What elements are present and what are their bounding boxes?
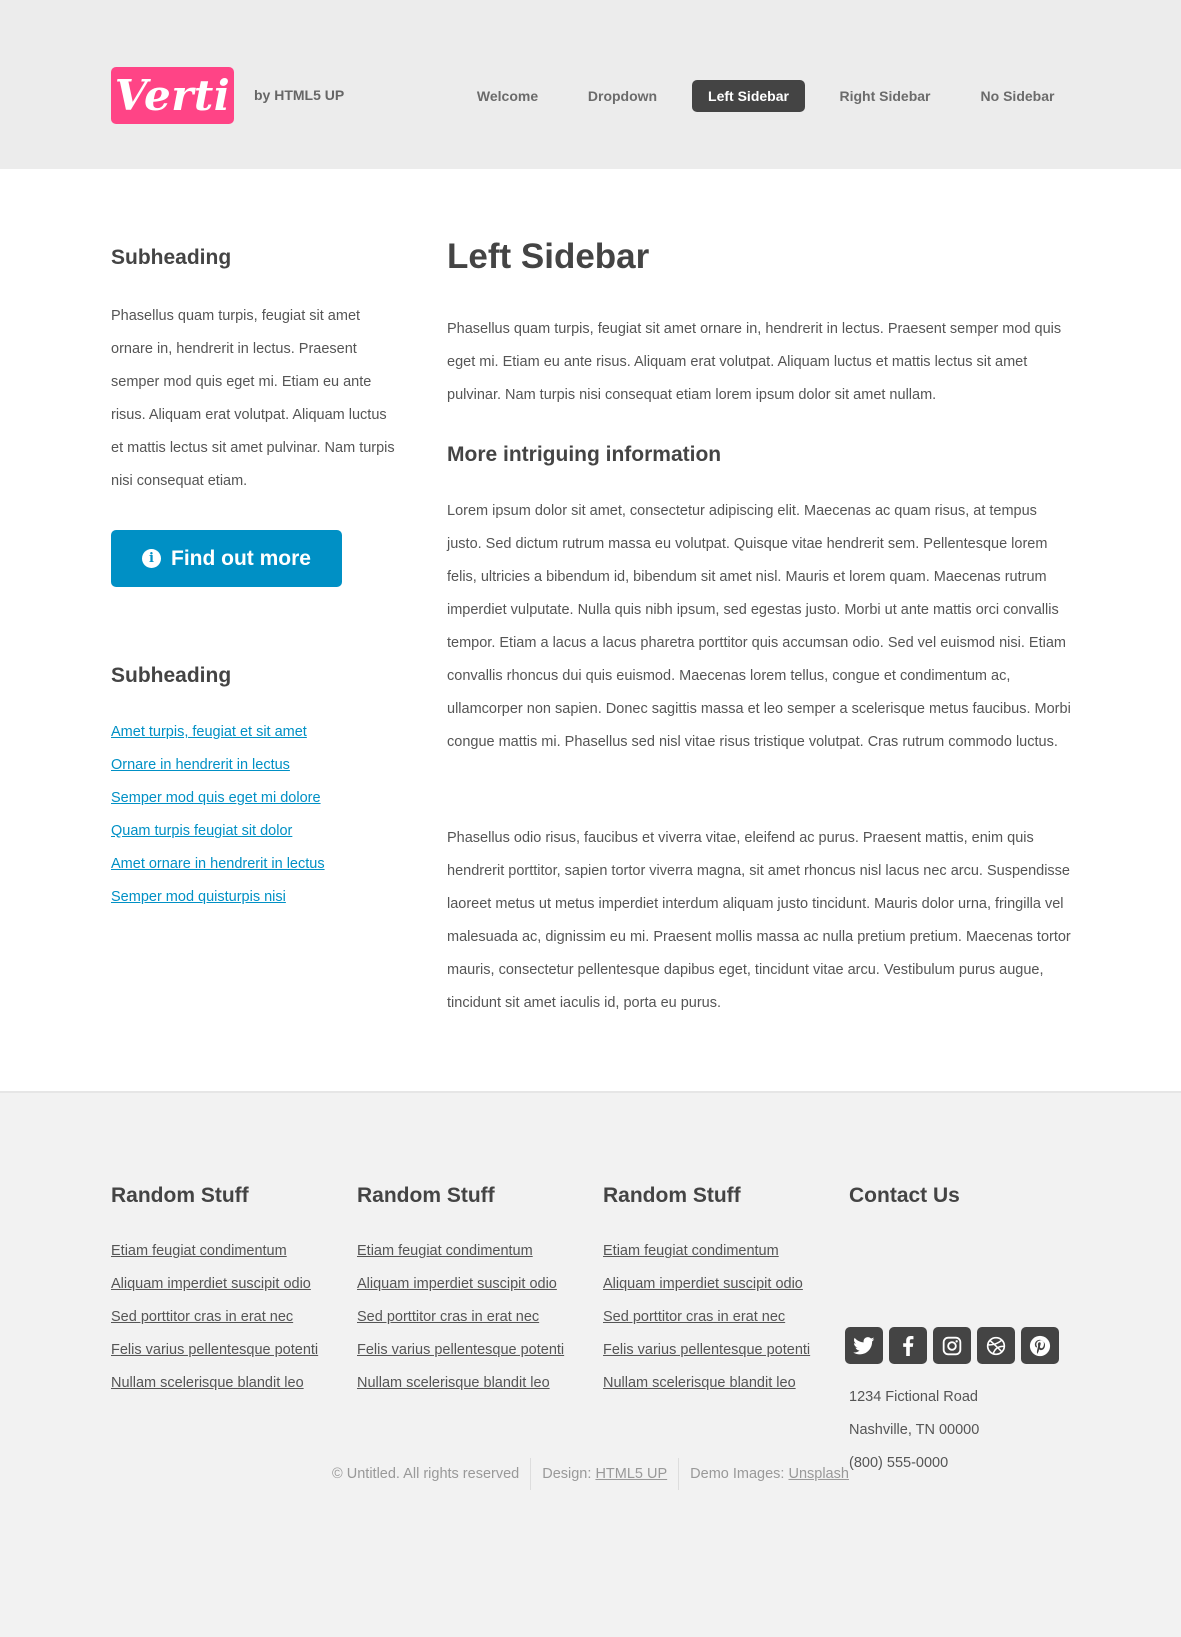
contact-address-line: Nashville, TN 00000	[849, 1422, 980, 1438]
list-item: Aliquam imperdiet suscipit odio	[603, 1267, 810, 1300]
design-credit-label: Design:	[542, 1466, 592, 1482]
footer-link[interactable]: Etiam feugiat condimentum	[111, 1243, 287, 1259]
sidebar-link[interactable]: Ornare in hendrerit in lectus	[111, 757, 290, 773]
sidebar-link[interactable]: Amet ornare in hendrerit in lectus	[111, 856, 325, 872]
footer-link[interactable]: Aliquam imperdiet suscipit odio	[603, 1276, 803, 1292]
list-item: Felis varius pellentesque potenti	[111, 1333, 318, 1366]
footer-column-heading: Random Stuff	[357, 1184, 495, 1207]
footer-column: Random Stuff Etiam feugiat condimentum A…	[111, 1184, 341, 1391]
footer-link[interactable]: Sed porttitor cras in erat nec	[603, 1309, 785, 1325]
site-footer: Random Stuff Etiam feugiat condimentum A…	[0, 1091, 1181, 1637]
list-item: Semper mod quis eget mi dolore	[111, 781, 325, 814]
article-subheading: More intriguing information	[447, 443, 722, 466]
footer-link[interactable]: Nullam scelerisque blandit leo	[357, 1375, 550, 1391]
footer-link-list: Etiam feugiat condimentum Aliquam imperd…	[111, 1234, 318, 1399]
info-icon: i	[142, 549, 161, 568]
footer-link[interactable]: Aliquam imperdiet suscipit odio	[111, 1276, 311, 1292]
list-item: Felis varius pellentesque potenti	[603, 1333, 810, 1366]
article-paragraph: Phasellus quam turpis, feugiat sit amet …	[447, 321, 1062, 403]
list-item: Etiam feugiat condimentum	[111, 1234, 318, 1267]
footer-link[interactable]: Etiam feugiat condimentum	[603, 1243, 779, 1259]
article-paragraph: Lorem ipsum dolor sit amet, consectetur …	[447, 503, 1071, 750]
find-out-more-button[interactable]: i Find out more	[111, 530, 342, 587]
images-credit: Demo Images: Unsplash	[678, 1458, 860, 1490]
list-item: Aliquam imperdiet suscipit odio	[357, 1267, 564, 1300]
find-out-more-label: Find out more	[171, 546, 311, 570]
footer-column-heading: Random Stuff	[111, 1184, 249, 1207]
list-item: Sed porttitor cras in erat nec	[603, 1300, 810, 1333]
main-content-area: Subheading Phasellus quam turpis, feugia…	[0, 169, 1181, 1091]
contact-address-line: 1234 Fictional Road	[849, 1389, 978, 1405]
footer-link[interactable]: Felis varius pellentesque potenti	[603, 1342, 810, 1358]
footer-link[interactable]: Aliquam imperdiet suscipit odio	[357, 1276, 557, 1292]
footer-column: Random Stuff Etiam feugiat condimentum A…	[603, 1184, 833, 1391]
sidebar-link[interactable]: Semper mod quisturpis nisi	[111, 889, 286, 905]
list-item: Amet turpis, feugiat et sit amet	[111, 715, 325, 748]
sidebar-link-list: Amet turpis, feugiat et sit amet Ornare …	[111, 715, 325, 913]
list-item: Etiam feugiat condimentum	[357, 1234, 564, 1267]
footer-link-list: Etiam feugiat condimentum Aliquam imperd…	[357, 1234, 564, 1399]
contact-heading: Contact Us	[849, 1184, 960, 1207]
twitter-icon[interactable]	[845, 1327, 883, 1364]
footer-link[interactable]: Felis varius pellentesque potenti	[357, 1342, 564, 1358]
list-item: Ornare in hendrerit in lectus	[111, 748, 325, 781]
list-item: Amet ornare in hendrerit in lectus	[111, 847, 325, 880]
sidebar-subheading: Subheading	[111, 664, 232, 687]
sidebar-paragraph: Phasellus quam turpis, feugiat sit amet …	[111, 308, 395, 489]
footer-link[interactable]: Etiam feugiat condimentum	[357, 1243, 533, 1259]
sidebar-link[interactable]: Amet turpis, feugiat et sit amet	[111, 724, 307, 740]
footer-contact: Contact Us 1234 Fictional Road Nashville…	[845, 1184, 1079, 1471]
list-item: Sed porttitor cras in erat nec	[111, 1300, 318, 1333]
instagram-icon[interactable]	[933, 1327, 971, 1364]
byline: by HTML5 UP	[254, 87, 345, 103]
facebook-icon[interactable]	[889, 1327, 927, 1364]
nav-item-welcome[interactable]: Welcome	[466, 80, 549, 112]
site-header: Verti by HTML5 UP Welcome Dropdown Left …	[0, 0, 1181, 169]
design-credit-link[interactable]: HTML5 UP	[595, 1466, 667, 1482]
images-credit-label: Demo Images:	[690, 1466, 785, 1482]
footer-link[interactable]: Nullam scelerisque blandit leo	[603, 1375, 796, 1391]
footer-link[interactable]: Sed porttitor cras in erat nec	[111, 1309, 293, 1325]
nav-item-dropdown[interactable]: Dropdown	[577, 80, 668, 112]
nav-item-right-sidebar[interactable]: Right Sidebar	[829, 80, 941, 112]
logo[interactable]: Verti	[111, 67, 234, 124]
list-item: Etiam feugiat condimentum	[603, 1234, 810, 1267]
footer-column-heading: Random Stuff	[603, 1184, 741, 1207]
social-icons	[845, 1327, 1059, 1364]
page-title: Left Sidebar	[447, 237, 650, 276]
copyright-bar: © Untitled. All rights reserved Design: …	[0, 1458, 1181, 1490]
list-item: Felis varius pellentesque potenti	[357, 1333, 564, 1366]
footer-link-list: Etiam feugiat condimentum Aliquam imperd…	[603, 1234, 810, 1399]
list-item: Aliquam imperdiet suscipit odio	[111, 1267, 318, 1300]
nav-item-left-sidebar[interactable]: Left Sidebar	[692, 80, 805, 112]
list-item: Semper mod quisturpis nisi	[111, 880, 325, 913]
sidebar-subheading: Subheading	[111, 246, 232, 269]
footer-link[interactable]: Sed porttitor cras in erat nec	[357, 1309, 539, 1325]
list-item: Nullam scelerisque blandit leo	[603, 1366, 810, 1399]
list-item: Sed porttitor cras in erat nec	[357, 1300, 564, 1333]
nav-item-no-sidebar[interactable]: No Sidebar	[968, 80, 1067, 112]
footer-link[interactable]: Nullam scelerisque blandit leo	[111, 1375, 304, 1391]
dribbble-icon[interactable]	[977, 1327, 1015, 1364]
list-item: Nullam scelerisque blandit leo	[111, 1366, 318, 1399]
copyright-text: © Untitled. All rights reserved	[332, 1466, 520, 1482]
sidebar-link[interactable]: Semper mod quis eget mi dolore	[111, 790, 321, 806]
list-item: Nullam scelerisque blandit leo	[357, 1366, 564, 1399]
article-paragraph: Phasellus odio risus, faucibus et viverr…	[447, 830, 1071, 1011]
sidebar-link[interactable]: Quam turpis feugiat sit dolor	[111, 823, 292, 839]
footer-link[interactable]: Felis varius pellentesque potenti	[111, 1342, 318, 1358]
design-credit: Design: HTML5 UP	[530, 1458, 678, 1490]
footer-column: Random Stuff Etiam feugiat condimentum A…	[357, 1184, 587, 1391]
pinterest-icon[interactable]	[1021, 1327, 1059, 1364]
images-credit-link[interactable]: Unsplash	[788, 1466, 848, 1482]
list-item: Quam turpis feugiat sit dolor	[111, 814, 325, 847]
